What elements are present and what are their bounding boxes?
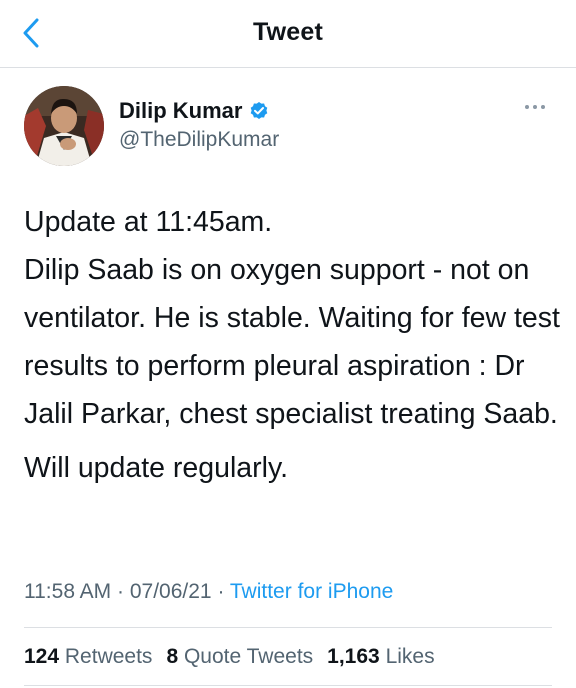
- tweet-author: Dilip Kumar @TheDilipKumar: [24, 86, 552, 168]
- tweet-paragraph: Will update regularly.: [24, 452, 289, 484]
- tweet-source[interactable]: Twitter for iPhone: [230, 580, 393, 603]
- more-dot-icon: [525, 105, 529, 109]
- display-name: Dilip Kumar: [119, 98, 243, 123]
- quote-tweets-stat[interactable]: 8 Quote Tweets: [166, 645, 313, 669]
- avatar[interactable]: [24, 86, 104, 166]
- tweet-text: Update at 11:45am. Dilip Saab is on oxyg…: [24, 198, 560, 492]
- page-title: Tweet: [253, 18, 323, 46]
- retweets-count: 124: [24, 645, 60, 668]
- tweet-paragraph: Update at 11:45am. Dilip Saab is on oxyg…: [24, 206, 560, 430]
- separator-dot: ·: [117, 580, 130, 603]
- retweets-label: Retweets: [64, 645, 153, 668]
- author-name-row[interactable]: Dilip Kumar: [119, 98, 279, 124]
- likes-count: 1,163: [327, 645, 380, 668]
- quote-tweets-label: Quote Tweets: [183, 645, 314, 668]
- engagement-stats: 124 Retweets 8 Quote Tweets 1,163 Likes: [24, 645, 435, 669]
- retweets-stat[interactable]: 124 Retweets: [24, 645, 152, 669]
- author-handle[interactable]: @TheDilipKumar: [119, 128, 279, 152]
- tweet-time[interactable]: 11:58 AM: [24, 580, 111, 603]
- quote-tweets-count: 8: [166, 645, 179, 668]
- divider: [24, 627, 552, 628]
- likes-label: Likes: [385, 645, 435, 668]
- more-dot-icon: [533, 105, 537, 109]
- author-names: Dilip Kumar @TheDilipKumar: [119, 98, 279, 152]
- separator-dot: ·: [217, 580, 230, 603]
- more-dot-icon: [541, 105, 545, 109]
- tweet-metadata: 11:58 AM · 07/06/21 · Twitter for iPhone: [24, 580, 393, 604]
- likes-stat[interactable]: 1,163 Likes: [327, 645, 434, 669]
- verified-badge-icon: [251, 102, 268, 119]
- tweet-date[interactable]: 07/06/21: [130, 580, 212, 603]
- more-options-button[interactable]: [520, 98, 550, 116]
- divider: [24, 685, 552, 686]
- top-bar: Tweet: [0, 0, 576, 68]
